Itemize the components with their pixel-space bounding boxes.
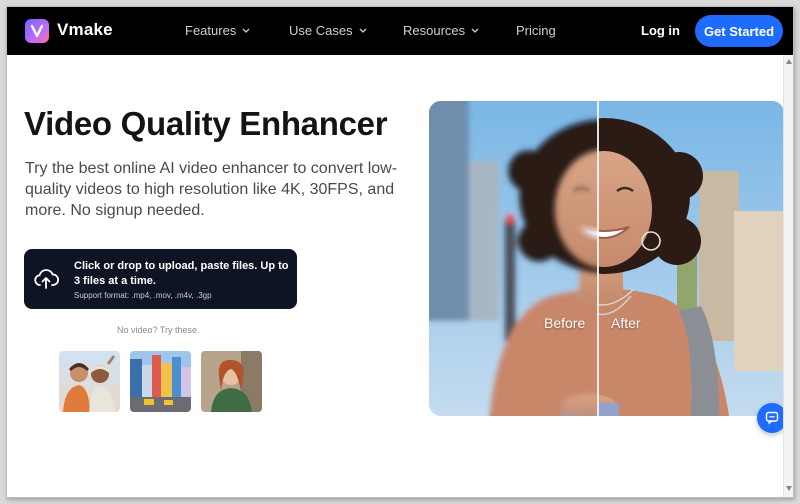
- chevron-down-icon: [242, 28, 250, 33]
- after-label: After: [611, 315, 641, 331]
- comparison-slider-handle[interactable]: [597, 101, 599, 416]
- chevron-down-icon: [471, 28, 479, 33]
- upload-supported-formats: Support format: .mp4, .mov, .m4v, .3gp: [74, 291, 212, 300]
- sample-video-thumbnail[interactable]: [59, 351, 120, 412]
- upload-dropzone[interactable]: Click or drop to upload, paste files. Up…: [24, 249, 297, 309]
- browser-viewport: Vmake Features Use Cases Resources Prici…: [6, 6, 794, 498]
- sample-videos-caption: No video? Try these.: [117, 325, 200, 335]
- chevron-down-icon: [359, 28, 367, 33]
- nav-item-label: Use Cases: [289, 23, 353, 38]
- before-label: Before: [544, 315, 586, 331]
- vmake-logo-icon[interactable]: [25, 19, 49, 43]
- vertical-scrollbar[interactable]: [783, 55, 793, 497]
- get-started-button[interactable]: Get Started: [695, 15, 783, 47]
- nav-item-features[interactable]: Features: [185, 23, 250, 38]
- nav-item-label: Features: [185, 23, 237, 38]
- upload-instructions: Click or drop to upload, paste files. Up…: [74, 260, 289, 287]
- sample-video-thumbnail[interactable]: [201, 351, 262, 412]
- sample-video-thumbnail[interactable]: [130, 351, 191, 412]
- page-title: Video Quality Enhancer: [24, 105, 388, 142]
- nav-item-use-cases[interactable]: Use Cases: [289, 23, 367, 38]
- nav-item-pricing[interactable]: Pricing: [516, 23, 556, 38]
- nav-item-resources[interactable]: Resources: [403, 23, 479, 38]
- nav-item-label: Resources: [403, 23, 466, 38]
- hero-subtitle: Try the best online AI video enhancer to…: [25, 160, 398, 219]
- scroll-up-arrow-icon[interactable]: [786, 59, 792, 64]
- login-link[interactable]: Log in: [641, 23, 680, 38]
- nav-item-label: Pricing: [516, 23, 556, 38]
- top-navigation: Vmake Features Use Cases Resources Prici…: [7, 7, 793, 55]
- cloud-upload-icon: [34, 269, 59, 289]
- chat-bubble-icon: [765, 411, 779, 425]
- before-after-comparison[interactable]: Before After: [429, 101, 784, 416]
- scroll-down-arrow-icon[interactable]: [786, 486, 792, 491]
- logo-text[interactable]: Vmake: [57, 20, 113, 40]
